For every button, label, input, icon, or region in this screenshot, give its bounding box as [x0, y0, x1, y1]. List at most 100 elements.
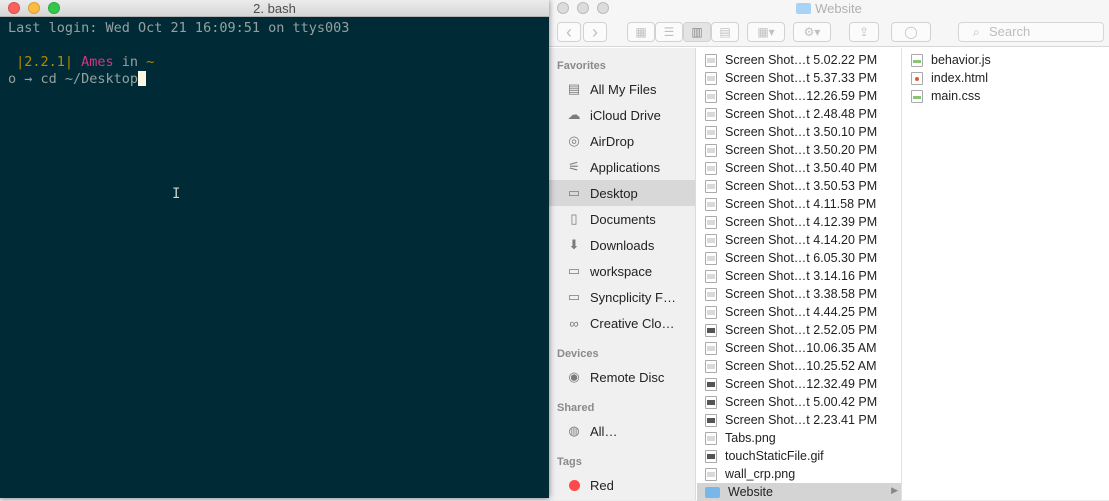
- sidebar-item-creative-cloud[interactable]: ∞ Creative Clo…: [549, 310, 695, 336]
- sidebar-item-label: Creative Clo…: [590, 315, 675, 331]
- file-name: Tabs.png: [725, 431, 776, 445]
- file-row[interactable]: Screen Shot…t 3.50.40 PM: [697, 159, 901, 177]
- sidebar-item-documents[interactable]: ▯ Documents: [549, 206, 695, 232]
- action-gear-icon[interactable]: ⚙▾: [793, 22, 831, 42]
- file-row[interactable]: Screen Shot…t 4.12.39 PM: [697, 213, 901, 231]
- finder-sidebar: Favorites ▤ All My Files ☁ iCloud Drive ◎ A…: [549, 48, 696, 500]
- file-row[interactable]: Screen Shot…12.32.49 PM: [697, 375, 901, 393]
- sidebar-item-label: Red: [590, 477, 614, 493]
- file-row[interactable]: Screen Shot…t 5.37.33 PM: [697, 69, 901, 87]
- prompt-version: |2.2.1|: [8, 54, 74, 70]
- command-line[interactable]: o → cd ~/Desktop: [8, 71, 541, 88]
- forward-button[interactable]: ›: [583, 22, 607, 42]
- file-row[interactable]: Screen Shot…t 2.52.05 PM: [697, 321, 901, 339]
- sidebar-item-tag-red[interactable]: Red: [549, 472, 695, 498]
- downloads-icon: ⬇: [568, 237, 580, 252]
- file-row[interactable]: Tabs.png: [697, 429, 901, 447]
- file-name: Screen Shot…t 3.38.58 PM: [725, 287, 878, 301]
- file-row[interactable]: main.css: [903, 87, 1109, 105]
- prompt-line: |2.2.1| Ames in ~: [8, 54, 541, 71]
- dark-image-file-icon: [705, 449, 717, 463]
- file-row[interactable]: Screen Shot…t 3.50.20 PM: [697, 141, 901, 159]
- file-row[interactable]: Screen Shot…10.06.35 AM: [697, 339, 901, 357]
- file-row[interactable]: Screen Shot…t 4.11.58 PM: [697, 195, 901, 213]
- sidebar-item-shared-all[interactable]: ◍ All…: [549, 418, 695, 444]
- sidebar-item-all-my-files[interactable]: ▤ All My Files: [549, 76, 695, 102]
- sidebar-item-workspace[interactable]: ▭ workspace: [549, 258, 695, 284]
- column-view-icon[interactable]: ▥: [683, 22, 711, 42]
- file-name: behavior.js: [931, 53, 991, 67]
- file-name: Screen Shot…10.25.52 AM: [725, 359, 877, 373]
- file-row[interactable]: Screen Shot…t 3.38.58 PM: [697, 285, 901, 303]
- dark-image-file-icon: [705, 377, 717, 391]
- file-row[interactable]: Screen Shot…t 4.44.25 PM: [697, 303, 901, 321]
- sidebar-item-label: Remote Disc: [590, 369, 665, 385]
- image-file-icon: [705, 233, 717, 247]
- file-row[interactable]: behavior.js: [903, 51, 1109, 69]
- file-row[interactable]: touchStaticFile.gif: [697, 447, 901, 465]
- terminal-output[interactable]: Last login: Wed Oct 21 16:09:51 on ttys0…: [0, 17, 549, 91]
- file-row[interactable]: Screen Shot…12.26.59 PM: [697, 87, 901, 105]
- icon-view-icon[interactable]: ▦: [627, 22, 655, 42]
- ibeam-cursor-icon: I: [172, 186, 181, 202]
- back-button[interactable]: ‹: [557, 22, 581, 42]
- cover-flow-icon[interactable]: ▤: [711, 22, 739, 42]
- desktop-icon: ▭: [567, 185, 581, 200]
- file-row[interactable]: Screen Shot…t 5.02.22 PM: [697, 51, 901, 69]
- file-row[interactable]: index.html: [903, 69, 1109, 87]
- file-name: Screen Shot…t 3.14.16 PM: [725, 269, 878, 283]
- image-file-icon: [705, 125, 717, 139]
- sidebar-item-label: AirDrop: [590, 133, 635, 149]
- file-row[interactable]: Screen Shot…t 3.50.10 PM: [697, 123, 901, 141]
- arrange-menu-icon[interactable]: ▦▾: [747, 22, 785, 42]
- file-row[interactable]: Website ▶: [697, 483, 901, 501]
- sidebar-item-icloud-drive[interactable]: ☁ iCloud Drive: [549, 102, 695, 128]
- file-row[interactable]: wall_crp.png: [697, 465, 901, 483]
- terminal-window[interactable]: 2. bash Last login: Wed Oct 21 16:09:51 …: [0, 0, 549, 498]
- sidebar-item-remote-disc[interactable]: ◉ Remote Disc: [549, 364, 695, 390]
- tags-heading: Tags: [557, 456, 582, 468]
- file-name: index.html: [931, 71, 988, 85]
- network-icon: ◍: [568, 423, 580, 438]
- file-name: Screen Shot…t 3.50.40 PM: [725, 161, 878, 175]
- website-column[interactable]: behavior.js index.html main.css: [903, 48, 1109, 500]
- documents-icon: ▯: [570, 211, 578, 226]
- image-file-icon: [705, 359, 717, 373]
- sidebar-item-downloads[interactable]: ⬇ Downloads: [549, 232, 695, 258]
- file-row[interactable]: Screen Shot…t 2.48.48 PM: [697, 105, 901, 123]
- login-line: Last login: Wed Oct 21 16:09:51 on ttys0…: [8, 20, 350, 36]
- finder-titlebar[interactable]: Website: [549, 0, 1109, 17]
- image-file-icon: [705, 215, 717, 229]
- list-view-icon[interactable]: ☰: [655, 22, 683, 42]
- file-name: Screen Shot…t 3.50.20 PM: [725, 143, 878, 157]
- sidebar-item-applications[interactable]: ⚟ Applications: [549, 154, 695, 180]
- folder-icon: ▭: [567, 289, 581, 304]
- terminal-titlebar[interactable]: 2. bash: [0, 0, 549, 17]
- sidebar-item-airdrop[interactable]: ◎ AirDrop: [549, 128, 695, 154]
- file-row[interactable]: Screen Shot…t 4.14.20 PM: [697, 231, 901, 249]
- js-file-icon: [911, 53, 923, 67]
- folder-icon: ▭: [567, 263, 581, 278]
- desktop-column[interactable]: Screen Shot…t 5.02.22 PM Screen Shot…t 5.…: [697, 48, 902, 501]
- file-row[interactable]: Screen Shot…t 6.05.30 PM: [697, 249, 901, 267]
- file-name: Screen Shot…t 3.50.10 PM: [725, 125, 878, 139]
- file-row[interactable]: Screen Shot…10.25.52 AM: [697, 357, 901, 375]
- file-name: Screen Shot…t 2.48.48 PM: [725, 107, 878, 121]
- search-input[interactable]: ⌕ Search: [958, 22, 1104, 42]
- dark-image-file-icon: [705, 395, 717, 409]
- applications-icon: ⚟: [568, 159, 580, 174]
- file-row[interactable]: Screen Shot…t 2.23.41 PM: [697, 411, 901, 429]
- image-file-icon: [705, 287, 717, 301]
- sidebar-item-syncplicity[interactable]: ▭ Syncplicity F…: [549, 284, 695, 310]
- tag-icon[interactable]: ◯: [891, 22, 931, 42]
- file-row[interactable]: Screen Shot…t 3.14.16 PM: [697, 267, 901, 285]
- share-icon[interactable]: ⇪: [849, 22, 879, 42]
- file-name: main.css: [931, 89, 981, 103]
- file-row[interactable]: Screen Shot…t 3.50.53 PM: [697, 177, 901, 195]
- folder-icon: [705, 486, 720, 498]
- finder-window[interactable]: Website ‹ › ▦ ☰ ▥ ▤ ▦▾ ⚙▾ ⇪ ◯ ⌕ Search Fa…: [549, 0, 1109, 501]
- sidebar-item-desktop[interactable]: ▭ Desktop: [549, 180, 695, 206]
- prompt-dir: ~: [138, 54, 155, 70]
- file-row[interactable]: Screen Shot…t 5.00.42 PM: [697, 393, 901, 411]
